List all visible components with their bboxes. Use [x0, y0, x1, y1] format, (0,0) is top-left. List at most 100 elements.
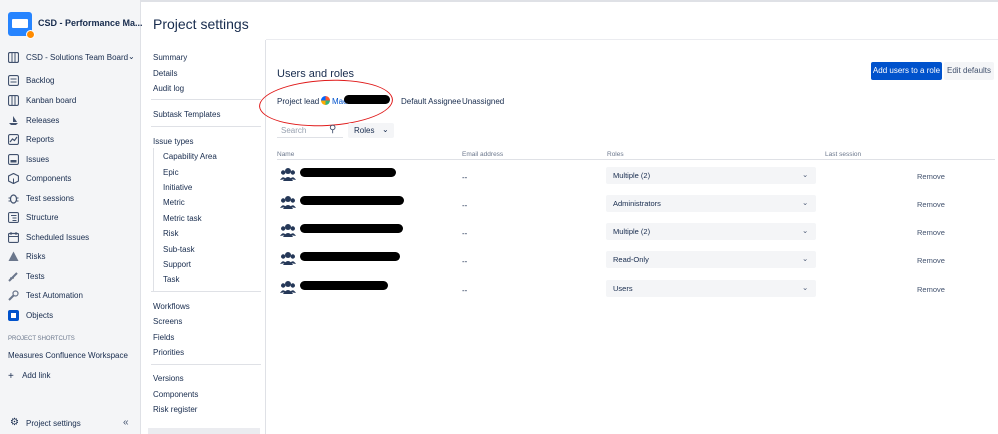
menu-item-issue-type[interactable]: Task	[163, 275, 179, 284]
default-assignee-label: Default Assignee	[401, 97, 462, 106]
collapse-sidebar-icon[interactable]: «	[123, 417, 129, 428]
sidebar-item-label: Kanban board	[26, 96, 77, 105]
warning-icon	[8, 251, 19, 261]
project-badge-icon	[26, 30, 35, 39]
roles-filter-label: Roles	[354, 126, 375, 135]
chevron-down-icon: ⌄	[802, 226, 809, 235]
menu-item-risk-register[interactable]: Risk register	[153, 405, 197, 414]
issue-types-tree-line	[153, 148, 154, 292]
column-header-email: Email address	[462, 151, 504, 158]
backlog-icon	[8, 75, 19, 86]
menu-item-issue-type[interactable]: Support	[163, 260, 191, 269]
email-cell: --	[462, 201, 468, 210]
sidebar-item-kanban-board[interactable]: Kanban board	[8, 95, 136, 109]
project-avatar-icon	[8, 12, 35, 39]
sidebar-item-objects[interactable]: Objects	[8, 310, 136, 324]
sidebar-item-scheduled-issues[interactable]: Scheduled Issues	[8, 232, 136, 246]
role-select[interactable]: Administrators ⌄	[606, 195, 816, 212]
add-users-to-role-button[interactable]: Add users to a role	[871, 62, 942, 80]
group-icon	[280, 168, 296, 181]
sidebar-item-risks[interactable]: Risks	[8, 251, 136, 265]
search-input[interactable]	[281, 125, 325, 136]
edit-defaults-button[interactable]: Edit defaults	[944, 62, 994, 80]
redaction-mark	[300, 252, 400, 261]
menu-item-fields[interactable]: Fields	[153, 333, 174, 342]
menu-item-components[interactable]: Components	[153, 390, 198, 399]
role-select-value: Users	[613, 284, 633, 293]
table-row: -- Multiple (2) ⌄ Remove	[277, 217, 995, 245]
redaction-mark	[300, 281, 388, 290]
add-link-button[interactable]: + Add link	[8, 370, 51, 382]
chevron-down-icon: ⌄	[802, 198, 809, 207]
plus-icon: +	[8, 371, 14, 382]
menu-divider	[151, 126, 261, 127]
shortcut-link[interactable]: Measures Confluence Workspace	[8, 351, 128, 360]
remove-button[interactable]: Remove	[917, 172, 945, 181]
sidebar-item-tests[interactable]: Tests	[8, 271, 136, 285]
search-field: ⚲	[277, 123, 343, 138]
role-select[interactable]: Users ⌄	[606, 280, 816, 297]
remove-button[interactable]: Remove	[917, 285, 945, 294]
menu-item-issue-type[interactable]: Sub-task	[163, 245, 195, 254]
menu-item-issue-type[interactable]: Initiative	[163, 183, 192, 192]
chevron-down-icon: ⌄	[382, 125, 389, 134]
remove-button[interactable]: Remove	[917, 228, 945, 237]
role-select[interactable]: Read-Only ⌄	[606, 251, 816, 268]
menu-item-issue-type[interactable]: Metric task	[163, 214, 202, 223]
menu-item-issue-types[interactable]: Issue types	[153, 137, 193, 146]
settings-menu: Summary Details Audit log Subtask Templa…	[141, 40, 266, 434]
annotation-circle	[257, 76, 395, 130]
table-header-divider	[277, 159, 995, 160]
wrench-icon	[8, 290, 19, 301]
chevron-down-icon: ⌄	[802, 254, 809, 263]
menu-item-priorities[interactable]: Priorities	[153, 348, 184, 357]
sidebar-item-issues[interactable]: Issues	[8, 154, 136, 168]
flask-icon	[8, 272, 18, 282]
menu-item-issue-type[interactable]: Capability Area	[163, 152, 217, 161]
menu-item-versions[interactable]: Versions	[153, 374, 184, 383]
menu-item-truncated[interactable]	[148, 428, 260, 434]
menu-item-workflows[interactable]: Workflows	[153, 302, 190, 311]
menu-item-issue-type[interactable]: Epic	[163, 168, 179, 177]
sidebar-item-reports[interactable]: Reports	[8, 134, 136, 148]
menu-item-subtask-templates[interactable]: Subtask Templates	[153, 110, 220, 119]
gear-icon: ⚙	[10, 417, 19, 428]
search-icon[interactable]: ⚲	[329, 124, 336, 135]
chevron-down-icon: ⌄	[128, 52, 135, 61]
menu-item-details[interactable]: Details	[153, 69, 177, 78]
ship-icon	[9, 116, 18, 125]
sidebar-item-test-sessions[interactable]: Test sessions	[8, 193, 136, 207]
email-cell: --	[462, 173, 468, 182]
role-select-value: Multiple (2)	[613, 171, 651, 180]
menu-item-issue-type[interactable]: Metric	[163, 198, 185, 207]
roles-filter-dropdown[interactable]: Roles ⌄	[348, 123, 394, 138]
sidebar-item-releases[interactable]: Releases	[8, 115, 136, 129]
sidebar-item-label: Backlog	[26, 76, 55, 85]
remove-button[interactable]: Remove	[917, 200, 945, 209]
table-row: -- Multiple (2) ⌄ Remove	[277, 161, 995, 189]
column-header-last-session: Last session	[825, 151, 862, 158]
sidebar-item-structure[interactable]: Structure	[8, 212, 136, 226]
menu-item-screens[interactable]: Screens	[153, 317, 182, 326]
board-selector[interactable]: CSD - Solutions Team Board ⌄	[8, 52, 136, 64]
remove-button[interactable]: Remove	[917, 256, 945, 265]
group-icon	[280, 224, 296, 237]
add-link-label: Add link	[22, 371, 51, 380]
menu-item-issue-type[interactable]: Risk	[163, 229, 179, 238]
redaction-mark	[300, 196, 404, 205]
project-name: CSD - Performance Ma...	[38, 18, 143, 28]
menu-item-summary[interactable]: Summary	[153, 53, 187, 62]
default-assignee-value: Unassigned	[462, 97, 505, 106]
menu-item-audit-log[interactable]: Audit log	[153, 84, 184, 93]
sidebar-item-components[interactable]: Components	[8, 173, 136, 187]
sidebar-item-backlog[interactable]: Backlog	[8, 75, 136, 89]
sidebar-item-test-automation[interactable]: Test Automation	[8, 290, 136, 304]
project-settings-link[interactable]: ⚙ Project settings «	[8, 417, 136, 431]
menu-divider	[151, 291, 261, 292]
sidebar-item-label: Risks	[26, 252, 46, 261]
sidebar-item-label: Components	[26, 174, 72, 183]
role-select[interactable]: Multiple (2) ⌄	[606, 223, 816, 240]
email-cell: --	[462, 286, 468, 295]
project-header[interactable]: CSD - Performance Ma...	[8, 9, 143, 39]
role-select[interactable]: Multiple (2) ⌄	[606, 167, 816, 184]
